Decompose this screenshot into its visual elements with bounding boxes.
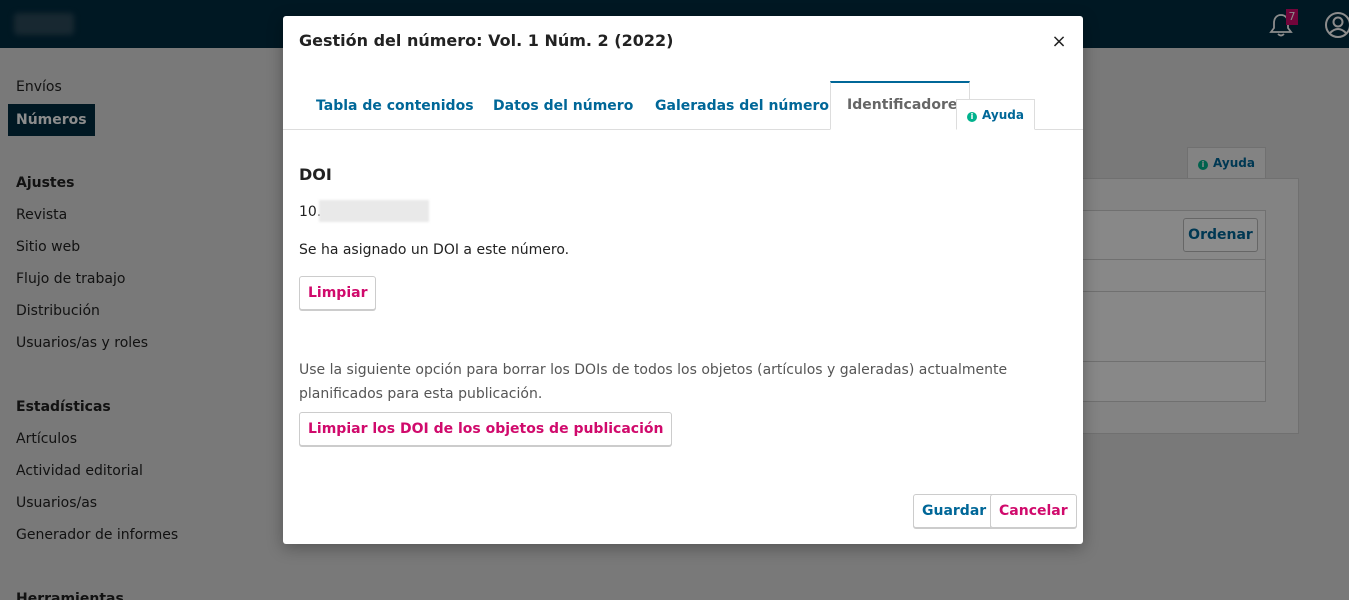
issue-management-modal: Gestión del número: Vol. 1 Núm. 2 (2022)… — [283, 16, 1083, 544]
help-label: Ayuda — [982, 108, 1024, 122]
doi-value-redacted — [319, 200, 429, 222]
help-tab[interactable]: i Ayuda — [956, 99, 1035, 130]
tab-issue-data[interactable]: Datos del número — [493, 82, 633, 129]
close-icon[interactable]: × — [1049, 32, 1069, 52]
modal-title: Gestión del número: Vol. 1 Núm. 2 (2022) — [299, 31, 674, 50]
tab-issue-galleys[interactable]: Galeradas del número — [655, 82, 829, 129]
tab-identifiers[interactable]: Identificadores — [830, 81, 970, 130]
doi-section-title: DOI — [299, 165, 332, 184]
doi-status-text: Se ha asignado un DOI a este número. — [299, 242, 570, 258]
clear-doi-button[interactable]: Limpiar — [299, 276, 377, 310]
info-icon: i — [967, 112, 978, 122]
save-button[interactable]: Guardar — [913, 494, 996, 528]
clear-objects-description: Use la siguiente opción para borrar los … — [299, 362, 1008, 402]
cancel-button[interactable]: Cancelar — [990, 494, 1077, 528]
tab-table-of-contents[interactable]: Tabla de contenidos — [316, 82, 474, 129]
doi-prefix: 10. — [299, 204, 322, 220]
clear-publication-objects-dois-button[interactable]: Limpiar los DOI de los objetos de public… — [299, 412, 673, 446]
